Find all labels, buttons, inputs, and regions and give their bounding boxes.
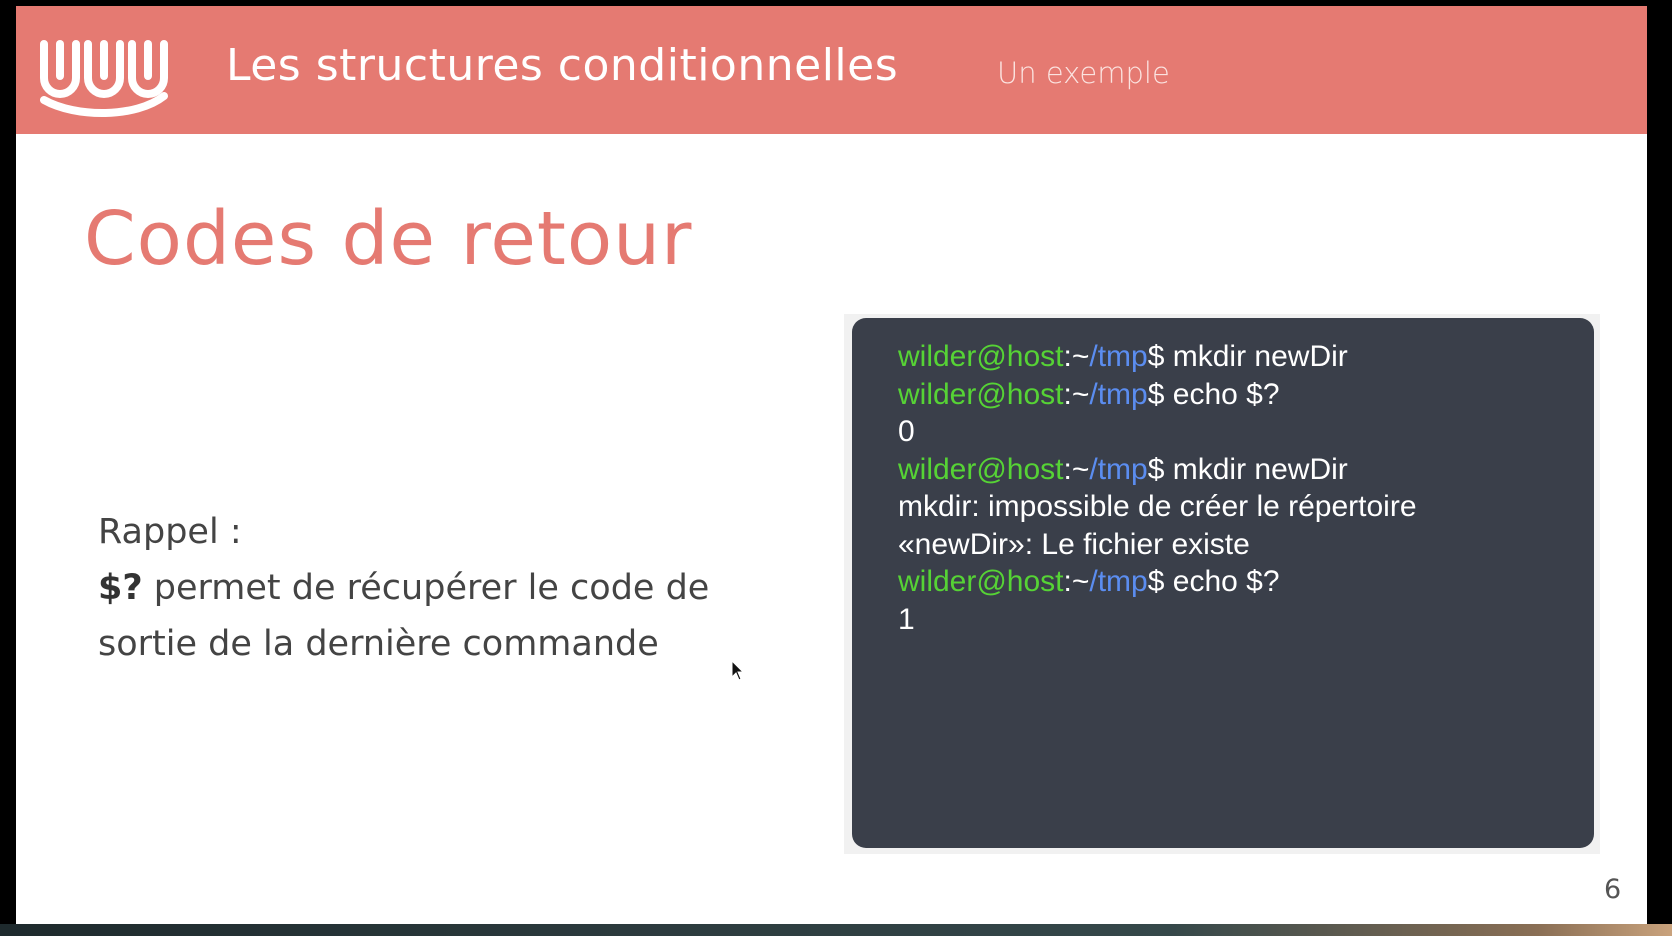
prompt-user: wilder@host bbox=[898, 377, 1064, 411]
terminal-line: «newDir»: Le fichier existe bbox=[898, 526, 1417, 564]
mouse-pointer-icon bbox=[731, 660, 745, 681]
prompt-path: /tmp bbox=[1089, 377, 1148, 411]
prompt-separator: :~ bbox=[1063, 340, 1090, 373]
prompt-user: wilder@host bbox=[898, 340, 1064, 373]
slide-header: Les structures conditionnelles Un exempl… bbox=[16, 6, 1647, 134]
terminal-line: wilder@host:~/tmp$ mkdir newDir bbox=[898, 338, 1417, 376]
code-term: $? bbox=[98, 568, 143, 608]
prompt-path: /tmp bbox=[1089, 340, 1148, 373]
terminal-line: wilder@host:~/tmp$ echo $? bbox=[898, 563, 1417, 601]
header-subtitle: Un exemple bbox=[997, 56, 1170, 90]
terminal-output-text: 0 bbox=[898, 415, 915, 448]
terminal-line: wilder@host:~/tmp$ mkdir newDir bbox=[898, 451, 1417, 489]
terminal-line: 0 bbox=[898, 413, 1417, 451]
explanation-text: permet de récupérer le code de sortie de… bbox=[98, 568, 710, 664]
prompt-command: $ echo $? bbox=[1147, 377, 1280, 411]
header-title: Les structures conditionnelles bbox=[226, 40, 899, 91]
screen: Les structures conditionnelles Un exempl… bbox=[0, 0, 1672, 936]
wild-code-school-logo-icon bbox=[40, 40, 168, 117]
terminal-window: wilder@host:~/tmp$ mkdir newDir wilder@ho… bbox=[852, 318, 1594, 848]
terminal-output-text: mkdir: impossible de créer le répertoire bbox=[898, 490, 1417, 523]
prompt-user: wilder@host bbox=[898, 452, 1064, 486]
terminal-output-text: 1 bbox=[898, 602, 915, 636]
prompt-command: $ mkdir newDir bbox=[1147, 340, 1348, 373]
rappel-explanation: $? permet de récupérer le code de sortie… bbox=[98, 560, 798, 672]
prompt-separator: :~ bbox=[1063, 377, 1090, 411]
terminal-line: 1 bbox=[898, 601, 1417, 639]
page-number: 6 bbox=[1604, 874, 1622, 905]
terminal-line: wilder@host:~/tmp$ echo $? bbox=[898, 376, 1417, 414]
desktop-taskbar-strip bbox=[0, 924, 1672, 936]
prompt-separator: :~ bbox=[1063, 565, 1090, 598]
terminal-output-text: «newDir»: Le fichier existe bbox=[898, 527, 1250, 561]
terminal-line: mkdir: impossible de créer le répertoire bbox=[898, 488, 1417, 526]
prompt-command: $ echo $? bbox=[1147, 565, 1280, 598]
prompt-path: /tmp bbox=[1089, 565, 1148, 598]
prompt-command: $ mkdir newDir bbox=[1147, 452, 1348, 486]
rappel-text-block: Rappel : $? permet de récupérer le code … bbox=[98, 504, 798, 672]
prompt-user: wilder@host bbox=[898, 565, 1064, 598]
prompt-separator: :~ bbox=[1063, 452, 1090, 486]
rappel-label: Rappel : bbox=[98, 512, 242, 552]
prompt-path: /tmp bbox=[1089, 452, 1148, 486]
terminal-output: wilder@host:~/tmp$ mkdir newDir wilder@ho… bbox=[898, 338, 1417, 638]
slide-title: Codes de retour bbox=[84, 196, 693, 282]
